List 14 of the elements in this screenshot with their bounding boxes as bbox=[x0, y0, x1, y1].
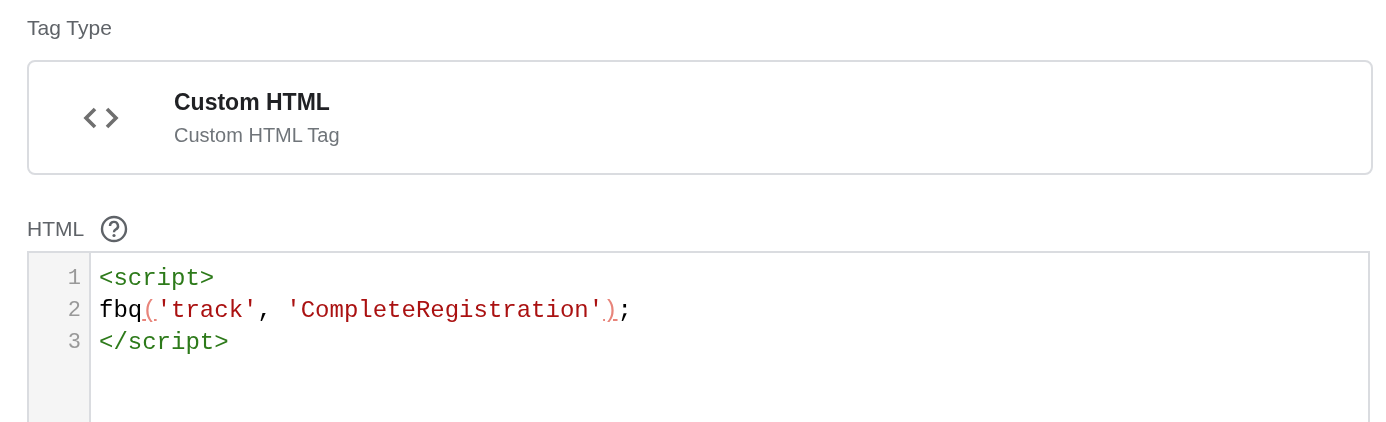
code-icon bbox=[81, 105, 121, 130]
code-line: </script> bbox=[99, 328, 230, 358]
code-line: fbq('track', 'CompleteRegistration'); bbox=[99, 296, 632, 326]
section-label: HTML bbox=[27, 217, 85, 241]
code-line: <script> bbox=[99, 264, 216, 294]
line-number: 3 bbox=[66, 329, 82, 357]
line-number: 1 bbox=[66, 265, 82, 293]
section-label: Tag Type bbox=[27, 16, 112, 40]
line-number: 2 bbox=[66, 297, 82, 325]
code-editor[interactable]: 1 2 3 <script> fbq('track', 'CompleteRegistration'); </script> bbox=[27, 251, 1370, 422]
card-subtitle: Custom HTML Tag bbox=[174, 123, 340, 147]
card-title: Custom HTML bbox=[174, 88, 331, 116]
tag-type-card[interactable]: Custom HTML Custom HTML Tag bbox=[27, 60, 1373, 175]
help-icon[interactable] bbox=[100, 215, 129, 243]
